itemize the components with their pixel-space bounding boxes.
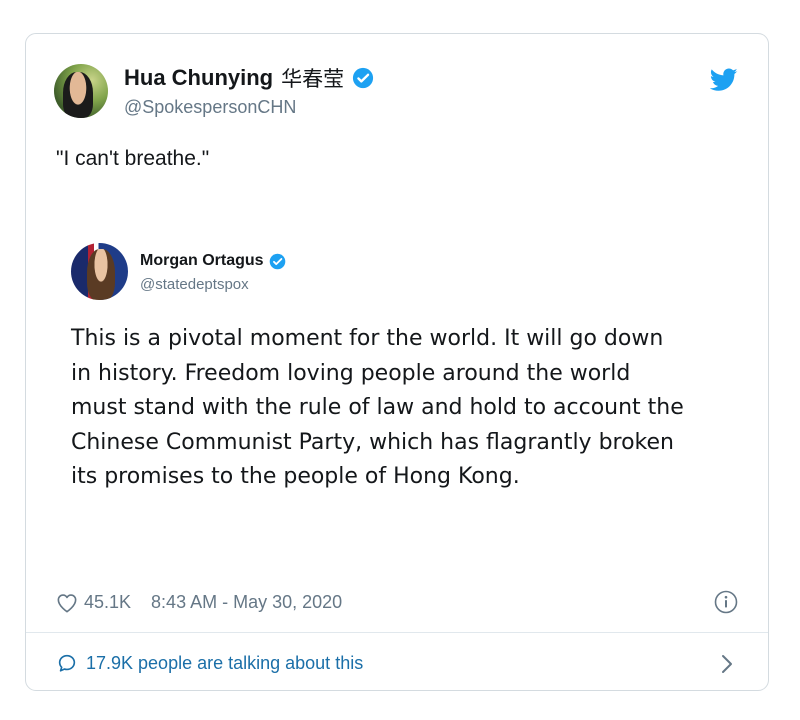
- author-avatar[interactable]: [54, 64, 108, 118]
- like-count[interactable]: 45.1K: [84, 592, 131, 613]
- divider: [26, 632, 768, 633]
- quoted-author-name-text: Morgan Ortagus: [140, 252, 264, 269]
- tweet-text: "I can't breathe.": [56, 147, 210, 170]
- tweet-meta: 45.1K 8:43 AM - May 30, 2020: [56, 592, 342, 613]
- quoted-author-avatar: [71, 243, 128, 300]
- quoted-text-line: Chinese Communist Party, which has flagr…: [71, 429, 674, 455]
- author-handle[interactable]: @SpokespersonCHN: [124, 97, 296, 118]
- tweet-timestamp[interactable]: 8:43 AM - May 30, 2020: [151, 592, 342, 613]
- quoted-author-handle: @statedeptspox: [140, 276, 249, 293]
- chevron-right-icon[interactable]: [720, 654, 734, 674]
- author-name-cjk: 华春莹: [281, 67, 345, 91]
- author-name-latin: Hua Chunying: [124, 65, 274, 90]
- tweet-card: Hua Chunying 华春莹 @SpokespersonCHN "I can…: [25, 33, 769, 691]
- quoted-text-line: its promises to the people of Hong Kong.: [71, 464, 520, 489]
- quoted-text-line: in history. Freedom loving people around…: [71, 360, 631, 386]
- twitter-bird-icon[interactable]: [710, 68, 738, 92]
- verified-badge-icon: [353, 67, 374, 89]
- info-icon[interactable]: [714, 590, 738, 614]
- talking-text: 17.9K people are talking about this: [86, 652, 364, 673]
- heart-icon[interactable]: [56, 593, 78, 613]
- talking-link[interactable]: 17.9K people are talking about this: [56, 652, 363, 674]
- quoted-text-line: This is a pivotal moment for the world. …: [71, 326, 664, 351]
- quoted-text-line: must stand with the rule of law and hold…: [71, 395, 684, 420]
- quoted-author-name: Morgan Ortagus: [140, 252, 286, 270]
- quoted-verified-badge-icon: [269, 253, 285, 269]
- author-name[interactable]: Hua Chunying 华春莹: [124, 63, 374, 93]
- quoted-tweet-text: This is a pivotal moment for the world. …: [71, 322, 761, 495]
- speech-bubble-icon: [58, 654, 76, 672]
